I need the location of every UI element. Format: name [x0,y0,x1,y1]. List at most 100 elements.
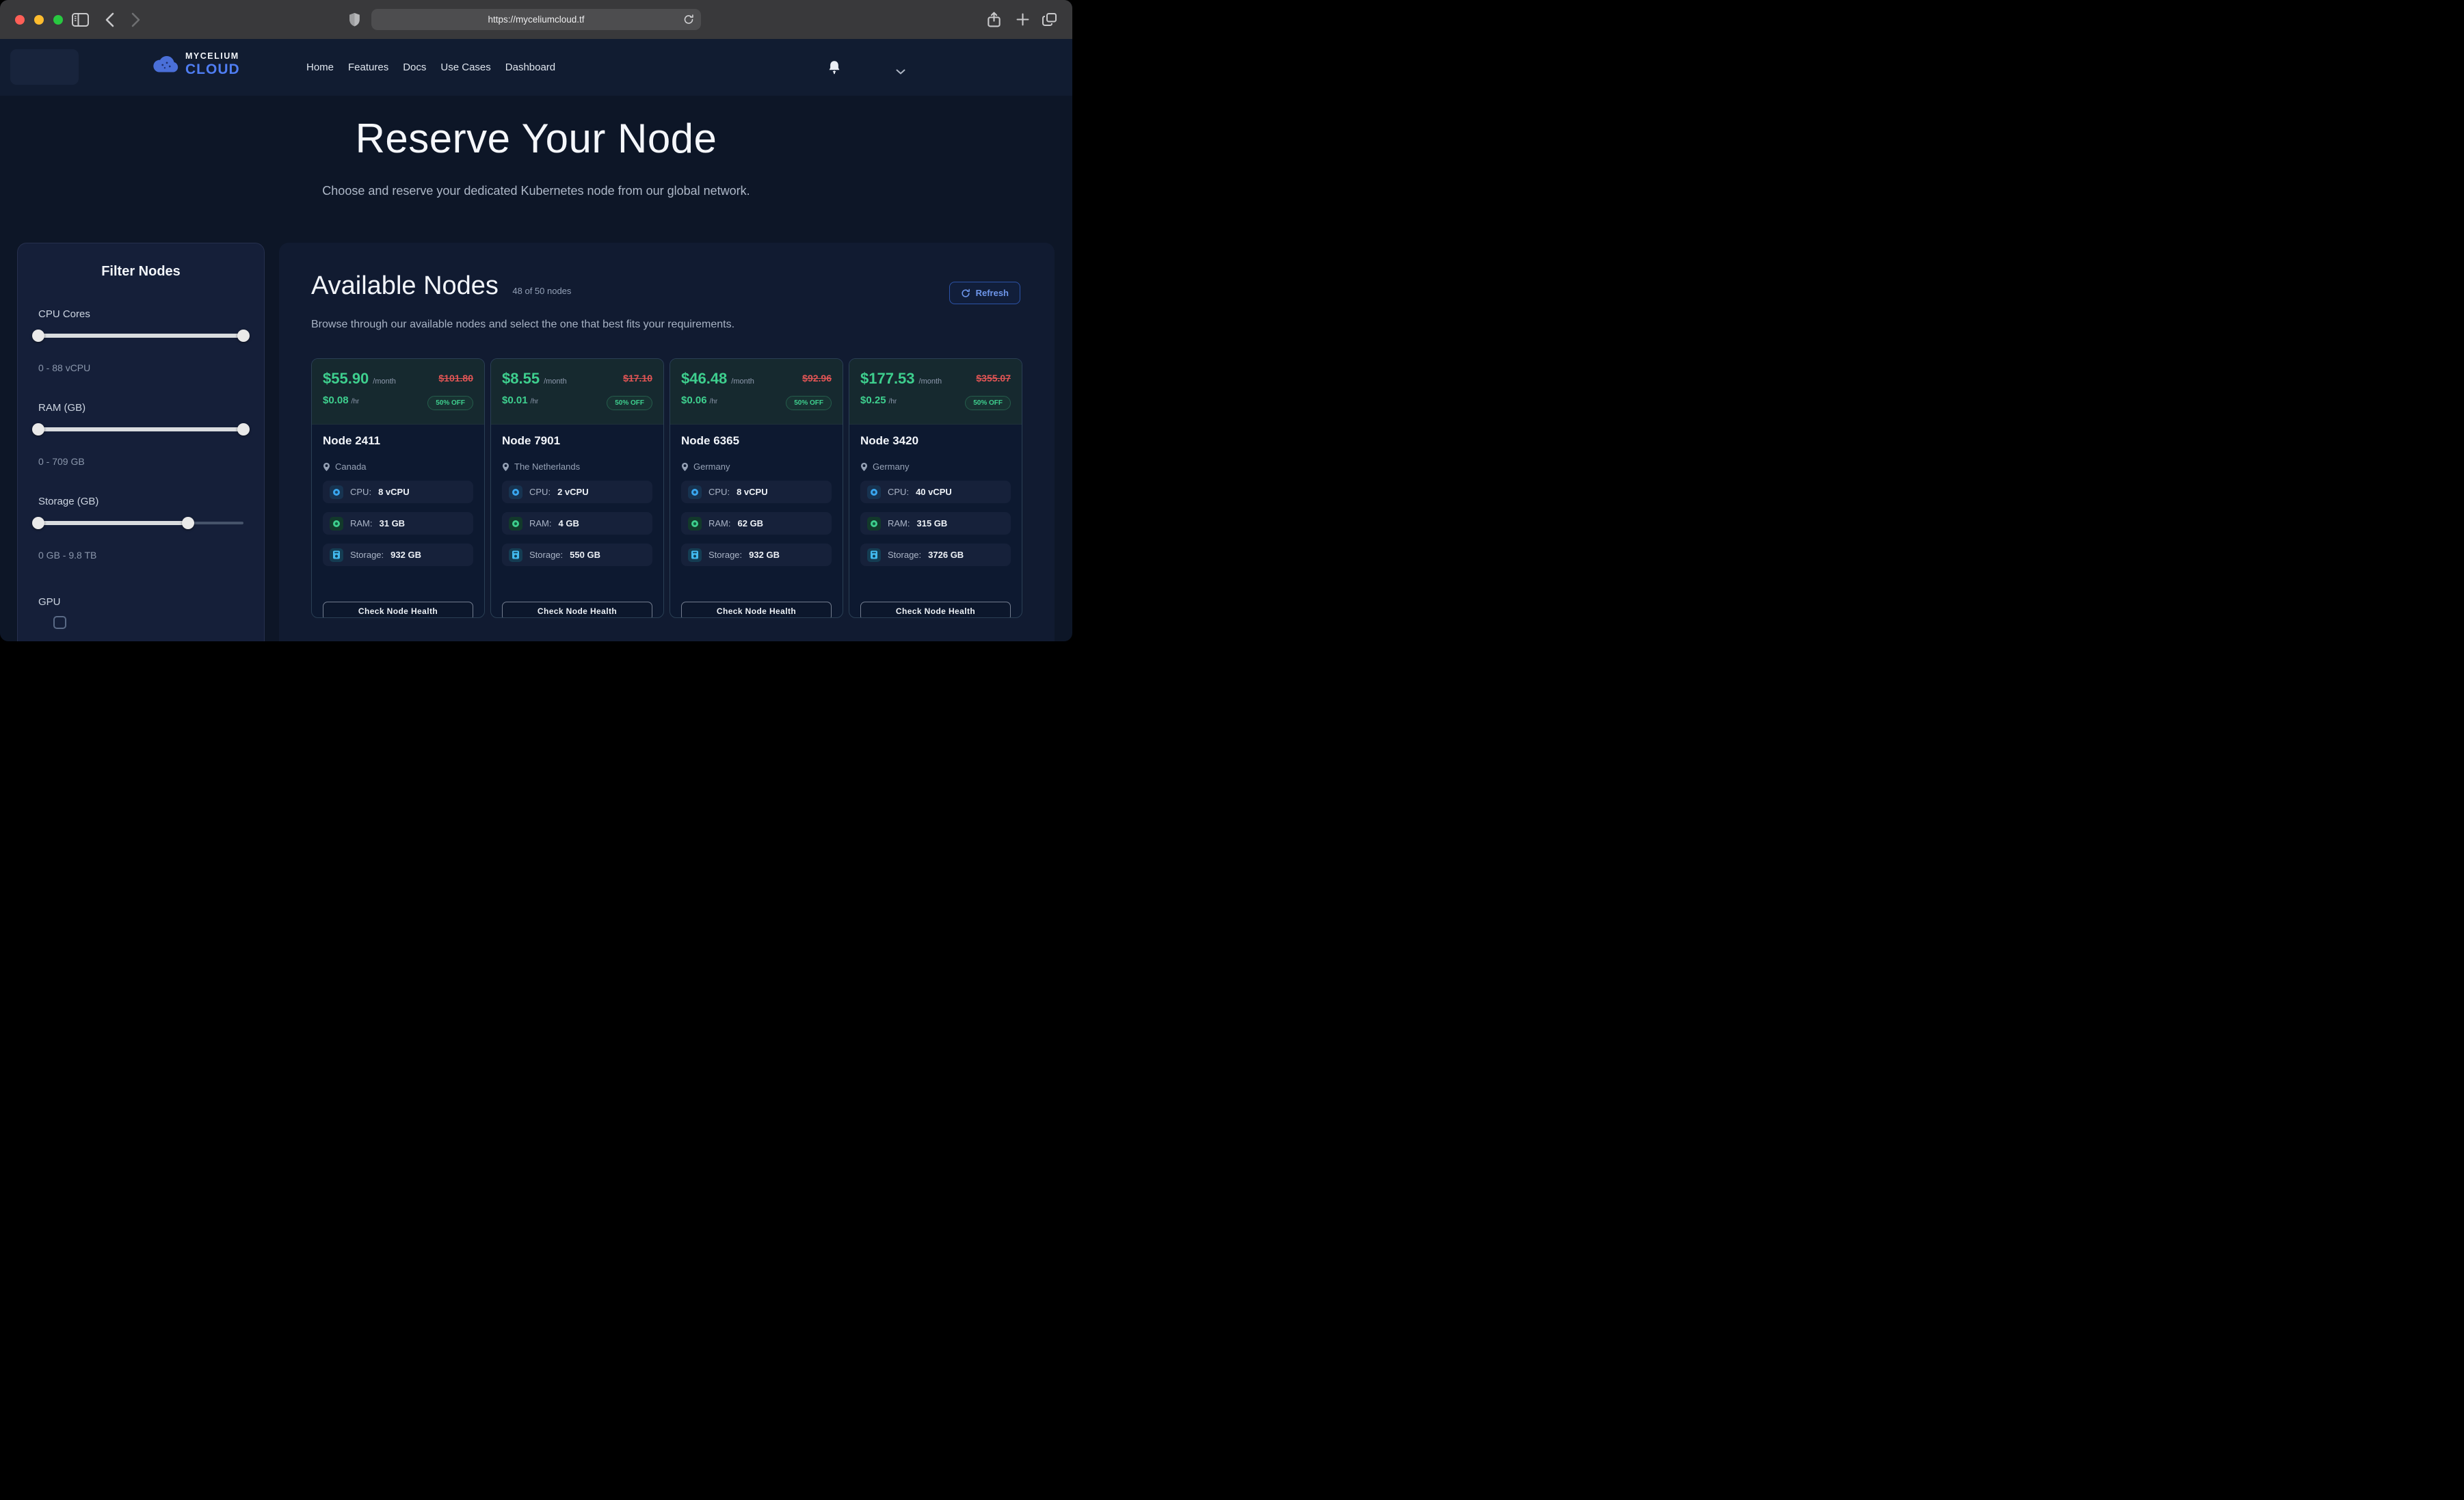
reload-icon[interactable] [683,14,694,29]
minimize-window-button[interactable] [34,15,44,25]
refresh-icon [961,289,970,298]
location-pin-icon [860,462,868,472]
slider-handle-min[interactable] [32,423,44,436]
traffic-lights [15,15,63,25]
slider-handle-min[interactable] [32,330,44,342]
node-location: Germany [693,461,730,472]
cpu-value: 8 vCPU [378,487,410,497]
privacy-shield-icon[interactable] [346,0,362,39]
close-window-button[interactable] [15,15,25,25]
address-bar[interactable]: https://myceliumcloud.tf [371,9,701,30]
cpu-label: CPU: [888,487,909,497]
share-icon[interactable] [985,0,1003,39]
discount-badge: 50% OFF [427,396,473,410]
per-month-label: /month [731,377,754,386]
spec-row-storage: Storage:550 GB [502,544,652,566]
per-month-label: /month [373,377,396,386]
storage-icon [688,548,702,562]
tab-overview-icon[interactable] [1039,0,1059,39]
card-body: Node 3420 Germany CPU:40 vCPU RAM:315 GB… [849,434,1022,566]
nav-links: Home Features Docs Use Cases Dashboard [306,39,555,96]
node-location: Canada [335,461,367,472]
ram-icon [509,517,522,531]
sidebar-toggle-icon[interactable] [70,0,90,39]
old-price: $355.07 [976,373,1011,384]
cloud-logo-icon [152,54,181,75]
node-name: Node 6365 [681,434,832,448]
cpu-label: CPU: [708,487,730,497]
node-card[interactable]: $8.55/month $0.01/hr $17.10 50% OFF Node… [490,358,664,618]
node-card[interactable]: $46.48/month $0.06/hr $92.96 50% OFF Nod… [670,358,843,618]
ram-value: 31 GB [380,518,406,528]
forward-button[interactable] [127,0,144,39]
back-button[interactable] [101,0,118,39]
fullscreen-window-button[interactable] [53,15,63,25]
slider-fill [38,521,188,525]
check-node-health-button[interactable]: Check Node Health [323,602,473,618]
ram-value: 315 GB [917,518,948,528]
nav-link-features[interactable]: Features [348,62,388,73]
storage-value: 932 GB [749,550,780,560]
card-body: Node 6365 Germany CPU:8 vCPU RAM:62 GB S… [670,434,843,566]
cpu-label: CPU: [350,487,371,497]
node-name: Node 7901 [502,434,652,448]
slider-handle-max[interactable] [237,330,250,342]
filter-panel: Filter Nodes CPU Cores 0 - 88 vCPU RAM (… [17,243,265,641]
storage-label: Storage (GB) [38,496,243,507]
nodes-count: 48 of 50 nodes [512,286,571,296]
slider-handle-max[interactable] [182,517,194,529]
storage-label: Storage: [529,550,563,560]
spec-row-cpu: CPU: 8 vCPU [681,481,832,503]
card-pricing-header: $55.90/month $0.08/hr $101.80 50% OFF [312,359,484,425]
page-subtitle: Choose and reserve your dedicated Kubern… [0,184,1072,198]
refresh-button[interactable]: Refresh [949,282,1020,304]
monthly-price: $55.90 [323,370,369,388]
new-tab-icon[interactable] [1014,0,1031,39]
filter-panel-title: Filter Nodes [38,264,243,280]
storage-icon [867,548,881,562]
user-menu-chevron-down-icon[interactable] [896,66,905,78]
per-hr-label: /hr [352,398,360,405]
ram-icon [330,517,343,531]
monthly-price: $8.55 [502,370,540,388]
nav-link-home[interactable]: Home [306,62,334,73]
slider-handle-min[interactable] [32,517,44,529]
browser-window: https://myceliumcloud.tf MYCELIUM [0,0,1072,641]
filter-group-gpu: GPU [38,596,243,629]
cpu-cores-slider[interactable] [38,330,243,342]
browser-chrome: https://myceliumcloud.tf [0,0,1072,39]
node-cards-grid: $55.90/month $0.08/hr $101.80 50% OFF No… [311,358,1022,618]
cpu-icon [330,485,343,499]
brand-logo[interactable]: MYCELIUM CLOUD [152,52,240,77]
storage-slider[interactable] [38,517,243,529]
spec-row-storage: Storage: 932 GB [681,544,832,566]
nav-link-docs[interactable]: Docs [403,62,426,73]
per-hr-label: /hr [889,398,897,405]
cpu-value: 8 vCPU [737,487,768,497]
site-navbar: MYCELIUM CLOUD Home Features Docs Use Ca… [0,39,1072,96]
old-price: $17.10 [623,373,652,384]
storage-label: Storage: [708,550,742,560]
check-node-health-button[interactable]: Check Node Health [681,602,832,618]
check-node-health-button[interactable]: Check Node Health [502,602,652,618]
cpu-value: 2 vCPU [557,487,589,497]
notifications-bell-icon[interactable] [828,60,840,78]
check-node-health-button[interactable]: Check Node Health [860,602,1011,618]
ram-slider[interactable] [38,423,243,436]
nav-link-dashboard[interactable]: Dashboard [505,62,555,73]
ram-icon [688,517,702,531]
ram-value: 62 GB [738,518,764,528]
cpu-range-caption: 0 - 88 vCPU [38,362,243,373]
slider-handle-max[interactable] [237,423,250,436]
nav-link-use-cases[interactable]: Use Cases [440,62,490,73]
spec-row-storage: Storage:3726 GB [860,544,1011,566]
card-pricing-header: $46.48/month $0.06/hr $92.96 50% OFF [670,359,843,425]
gpu-checkbox[interactable] [53,616,66,629]
node-name: Node 3420 [860,434,1011,448]
storage-value: 3726 GB [928,550,964,560]
card-pricing-header: $8.55/month $0.01/hr $17.10 50% OFF [491,359,663,425]
node-card[interactable]: $177.53/month $0.25/hr $355.07 50% OFF N… [849,358,1022,618]
per-month-label: /month [919,377,942,386]
hourly-price: $0.08 [323,394,349,406]
node-card[interactable]: $55.90/month $0.08/hr $101.80 50% OFF No… [311,358,485,618]
